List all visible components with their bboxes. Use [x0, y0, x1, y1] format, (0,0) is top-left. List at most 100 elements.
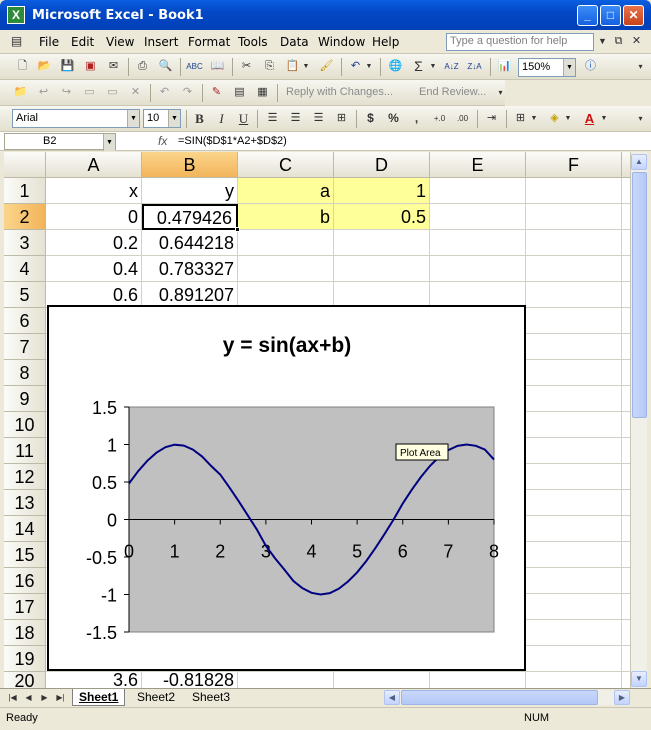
menu-edit[interactable]: Edit: [71, 35, 94, 49]
row-header-15[interactable]: 15: [4, 542, 46, 568]
row-header-1[interactable]: 1: [4, 178, 46, 204]
tab-sheet1[interactable]: Sheet1: [72, 689, 126, 706]
increase-decimal-icon[interactable]: +.0: [431, 110, 448, 127]
row-header-17[interactable]: 17: [4, 594, 46, 620]
menu-insert[interactable]: Insert: [144, 35, 178, 49]
column-header-b[interactable]: B: [142, 152, 238, 178]
font-size-select[interactable]: 10 ▼: [143, 109, 181, 128]
cell-d2[interactable]: 0.5: [334, 204, 430, 230]
bold-button[interactable]: B: [191, 110, 208, 127]
excel-app-icon[interactable]: X: [7, 6, 25, 24]
cell-d1[interactable]: 1: [334, 178, 430, 204]
email-icon[interactable]: ✉: [105, 58, 122, 75]
tab-sheet2[interactable]: Sheet2: [131, 689, 181, 706]
toolbar-options-icon[interactable]: ▾: [632, 58, 649, 75]
cell-c1[interactable]: a: [238, 178, 334, 204]
menu-file[interactable]: File: [39, 35, 59, 49]
row-header-6[interactable]: 6: [4, 308, 46, 334]
permission-icon[interactable]: ▣: [82, 58, 99, 75]
row-header-19[interactable]: 19: [4, 646, 46, 672]
save-icon[interactable]: 💾: [59, 58, 76, 75]
open-icon[interactable]: 📂: [36, 58, 53, 75]
align-center-icon[interactable]: ☰: [287, 110, 304, 127]
fill-dropdown-icon[interactable]: ▼: [563, 110, 573, 127]
vertical-scrollbar[interactable]: ▲ ▼: [630, 152, 647, 688]
row-header-14[interactable]: 14: [4, 516, 46, 542]
help-search-input[interactable]: Type a question for help: [446, 33, 594, 51]
scroll-left-button[interactable]: ◀: [384, 690, 400, 705]
ink-icon[interactable]: ▤: [231, 84, 248, 101]
restore-window-icon[interactable]: ⧉: [610, 33, 627, 50]
column-header-f[interactable]: F: [526, 152, 622, 178]
paste-icon[interactable]: 📋: [284, 58, 301, 75]
row-header-13[interactable]: 13: [4, 490, 46, 516]
menu-window[interactable]: Window: [318, 35, 365, 49]
select-all-corner[interactable]: [4, 152, 46, 178]
cell-a4[interactable]: 0.4: [46, 256, 142, 282]
name-box[interactable]: B2 ▼: [4, 133, 116, 151]
last-sheet-icon[interactable]: ▶|: [52, 689, 69, 706]
row-header-20[interactable]: 20: [4, 672, 46, 688]
comma-button[interactable]: ,: [408, 110, 425, 127]
cell-b20[interactable]: -0.81828: [142, 672, 238, 688]
row-header-5[interactable]: 5: [4, 282, 46, 308]
print-icon[interactable]: ⎙: [134, 58, 151, 75]
markup-icon[interactable]: ▦: [254, 84, 271, 101]
cut-icon[interactable]: ✂: [238, 58, 255, 75]
row-header-3[interactable]: 3: [4, 230, 46, 256]
scroll-up-button[interactable]: ▲: [631, 154, 647, 170]
borders-icon[interactable]: ⊞: [512, 110, 529, 127]
end-review-button[interactable]: End Review...: [419, 86, 486, 98]
cell-a3[interactable]: 0.2: [46, 230, 142, 256]
row-header-18[interactable]: 18: [4, 620, 46, 646]
maximize-button[interactable]: □: [600, 5, 621, 26]
new-icon[interactable]: 🗋: [14, 58, 31, 75]
row-header-16[interactable]: 16: [4, 568, 46, 594]
italic-button[interactable]: I: [213, 110, 230, 127]
formula-input[interactable]: =SIN($D$1*A2+$D$2): [178, 135, 287, 147]
row-header-11[interactable]: 11: [4, 438, 46, 464]
paste-dropdown-icon[interactable]: ▼: [301, 58, 311, 75]
help-icon[interactable]: ⓘ: [582, 58, 599, 75]
column-header-g[interactable]: [622, 152, 630, 178]
scroll-thumb[interactable]: [632, 172, 647, 418]
insert-function-button[interactable]: fx: [158, 134, 167, 148]
format-painter-icon[interactable]: 🖌: [318, 58, 335, 75]
cell-a1[interactable]: x: [46, 178, 142, 204]
close-workbook-icon[interactable]: ✕: [628, 33, 645, 50]
track-changes-icon[interactable]: ✎: [208, 84, 225, 101]
document-icon[interactable]: ▤: [8, 33, 25, 50]
menu-format[interactable]: Format: [188, 35, 230, 49]
fill-color-icon[interactable]: ◈: [546, 110, 563, 127]
scroll-down-button[interactable]: ▼: [631, 671, 647, 687]
chart-object[interactable]: y = sin(ax+b) 1.5 1 0.5 0 -0.5 -1 -1.5 0 1 2 3 4 5 6 7 8…: [47, 305, 526, 671]
cell-c2[interactable]: b: [238, 204, 334, 230]
menu-view[interactable]: View: [106, 35, 134, 49]
sort-descending-icon[interactable]: Z↓A: [466, 58, 483, 75]
autosum-icon[interactable]: Σ: [410, 58, 427, 75]
menu-tools[interactable]: Tools: [238, 35, 268, 49]
autosum-dropdown-icon[interactable]: ▼: [428, 58, 438, 75]
menu-data[interactable]: Data: [280, 35, 309, 49]
toolbar-options-icon[interactable]: ▾: [492, 84, 509, 101]
close-button[interactable]: ✕: [623, 5, 644, 26]
print-preview-icon[interactable]: 🔍: [157, 58, 174, 75]
row-header-2[interactable]: 2: [4, 204, 46, 230]
row-header-8[interactable]: 8: [4, 360, 46, 386]
column-header-e[interactable]: E: [430, 152, 526, 178]
indent-icon[interactable]: ⇥: [483, 110, 500, 127]
minimize-button[interactable]: _: [577, 5, 598, 26]
decrease-decimal-icon[interactable]: .00: [454, 110, 471, 127]
borders-dropdown-icon[interactable]: ▼: [529, 110, 539, 127]
cell-a2[interactable]: 0: [46, 204, 142, 230]
cell-b4[interactable]: 0.783327: [142, 256, 238, 282]
research-icon[interactable]: 📖: [209, 58, 226, 75]
chart-wizard-icon[interactable]: 📊: [496, 58, 513, 75]
row-header-10[interactable]: 10: [4, 412, 46, 438]
horizontal-scrollbar[interactable]: ◀ ▶: [384, 690, 630, 705]
column-header-c[interactable]: C: [238, 152, 334, 178]
reply-with-changes-button[interactable]: Reply with Changes...: [286, 86, 393, 98]
next-sheet-icon[interactable]: ▶: [36, 689, 53, 706]
row-header-12[interactable]: 12: [4, 464, 46, 490]
cell-b2-active[interactable]: 0.479426: [142, 204, 238, 230]
